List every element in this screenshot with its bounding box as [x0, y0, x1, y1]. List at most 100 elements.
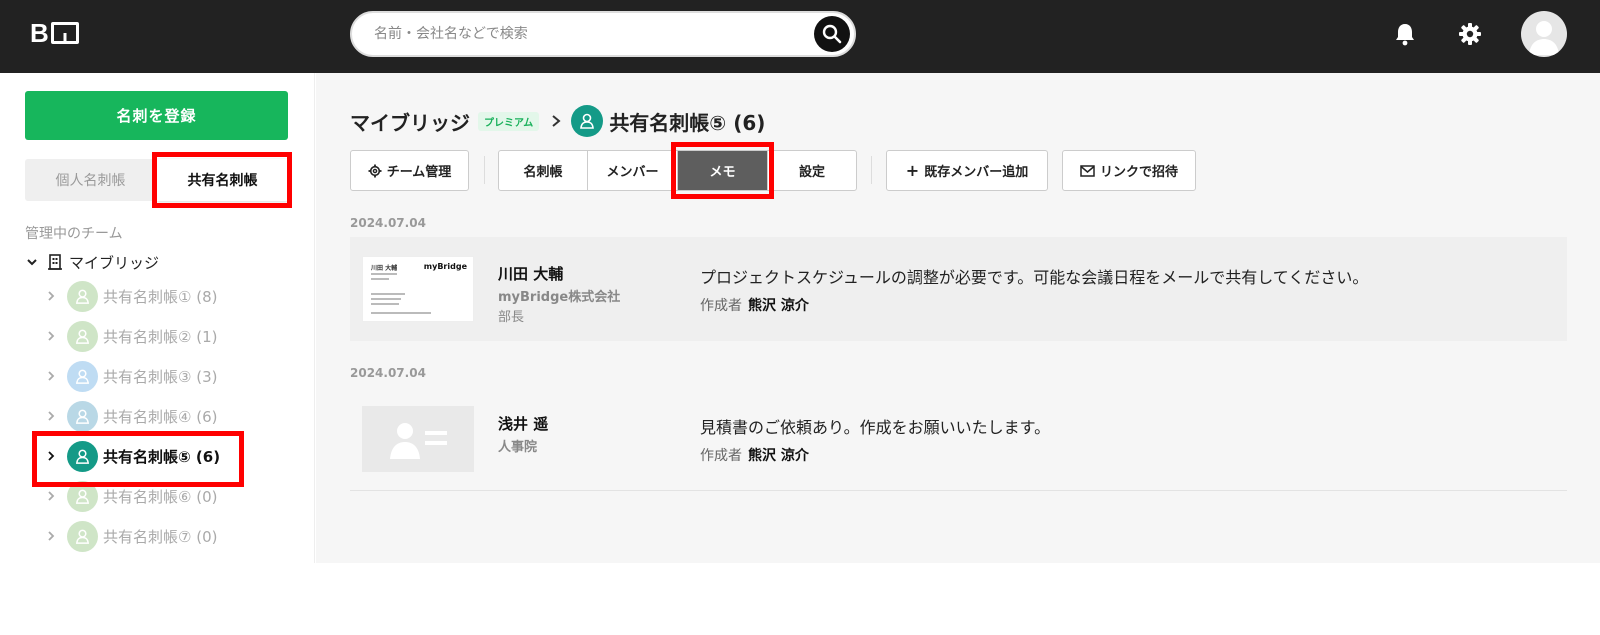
team-icon: [75, 489, 90, 504]
team-icon: [75, 449, 90, 464]
book-type-toggle: 個人名刺帳 共有名刺帳: [25, 159, 288, 201]
app-logo[interactable]: B: [30, 20, 79, 46]
tab-personal-book[interactable]: 個人名刺帳: [25, 159, 156, 201]
tab-members[interactable]: メンバー: [588, 151, 678, 190]
team-icon: [75, 529, 90, 544]
sidebar-team-item[interactable]: 共有名刺帳⑥ (0): [45, 479, 217, 513]
team-avatar: [67, 440, 98, 472]
card-line: [371, 303, 399, 305]
tab-cards[interactable]: 名刺帳: [499, 151, 588, 190]
card-thumb-brand: myBridge: [423, 262, 467, 271]
card-line: [371, 273, 397, 275]
contact-info: 川田 大輔 myBridge株式会社 部長: [498, 263, 620, 325]
mail-icon: [1080, 164, 1095, 177]
user-icon: [1529, 21, 1559, 55]
card-placeholder[interactable]: [362, 406, 474, 472]
contact-name[interactable]: 浅井 遥: [498, 413, 548, 434]
team-avatar: [67, 280, 98, 312]
team-icon: [75, 369, 90, 384]
chevron-right-icon: [552, 115, 561, 127]
team-label: 共有名刺帳④ (6): [103, 407, 218, 426]
card-line: [371, 278, 389, 280]
team-label: 共有名刺帳⑦ (0): [103, 527, 218, 546]
search-icon: [822, 24, 842, 44]
chevron-right-icon[interactable]: [45, 530, 57, 542]
invite-link-button[interactable]: リンクで招待: [1062, 150, 1196, 191]
main-content: マイブリッジ プレミアム 共有名刺帳⑤ (6) チーム管理 名刺帳 メンバー メ…: [316, 73, 1600, 563]
team-label: 共有名刺帳⑥ (0): [103, 487, 218, 506]
search-box: [350, 11, 856, 57]
sidebar-team-item[interactable]: 共有名刺帳⑦ (0): [45, 519, 217, 553]
team-icon: [580, 113, 595, 129]
author-label: 作成者: [700, 448, 742, 464]
gear-icon[interactable]: [1458, 22, 1482, 46]
sidebar-team-item[interactable]: 共有名刺帳② (1): [45, 319, 217, 353]
add-member-button[interactable]: + 既存メンバー追加: [886, 150, 1048, 191]
section-label: 管理中のチーム: [25, 226, 123, 242]
tab-shared-book[interactable]: 共有名刺帳: [157, 159, 288, 201]
team-label: 共有名刺帳① (8): [103, 287, 218, 306]
sidebar-team-item[interactable]: 共有名刺帳④ (6): [45, 399, 217, 433]
breadcrumb: マイブリッジ プレミアム 共有名刺帳⑤ (6): [350, 105, 765, 137]
contact-title: 部長: [498, 310, 525, 325]
contact-card-icon: [390, 423, 447, 459]
search-input[interactable]: [374, 13, 794, 55]
tab-memo[interactable]: メモ: [678, 151, 768, 190]
card-line: [371, 293, 405, 295]
search-button[interactable]: [814, 16, 850, 52]
author-label: 作成者: [700, 298, 742, 314]
card-line: [371, 312, 431, 314]
card-thumb-name: 川田 大輔: [371, 265, 398, 272]
bell-icon[interactable]: [1394, 22, 1416, 46]
team-label: 共有名刺帳② (1): [103, 327, 218, 346]
memo-text: プロジェクトスケジュールの調整が必要です。可能な会議日程をメールで共有してくださ…: [700, 268, 1369, 287]
breadcrumb-current: 共有名刺帳⑤ (6): [609, 110, 766, 135]
chevron-right-icon[interactable]: [45, 330, 57, 342]
team-avatar: [67, 400, 98, 432]
chevron-right-icon[interactable]: [45, 410, 57, 422]
chevron-right-icon[interactable]: [45, 370, 57, 382]
register-card-button[interactable]: 名刺を登録: [25, 91, 288, 140]
chevron-right-icon[interactable]: [45, 450, 57, 462]
contact-info: 浅井 遥 人事院: [498, 413, 548, 455]
tab-group: 名刺帳 メンバー メモ 設定: [498, 150, 857, 191]
sidebar-team-item[interactable]: 共有名刺帳⑤ (6): [45, 439, 220, 473]
business-card-thumbnail[interactable]: 川田 大輔 myBridge: [362, 256, 474, 322]
team-icon: [75, 329, 90, 344]
breadcrumb-root[interactable]: マイブリッジ: [350, 107, 470, 136]
plus-icon: +: [905, 161, 920, 180]
add-member-label: 既存メンバー追加: [924, 165, 1029, 180]
team-manage-label: チーム管理: [386, 165, 452, 180]
memo-text: 見積書のご依頼あり。作成をお願いいたします。: [700, 418, 1051, 437]
author-name: 熊沢 涼介: [748, 298, 809, 314]
sidebar-team-item[interactable]: 共有名刺帳③ (3): [45, 359, 217, 393]
author-name: 熊沢 涼介: [748, 448, 809, 464]
user-avatar[interactable]: [1521, 11, 1567, 57]
team-icon: [75, 409, 90, 424]
logo-letter: B: [30, 18, 49, 48]
sidebar: 名刺を登録 個人名刺帳 共有名刺帳 管理中のチーム マイブリッジ 共有名刺帳① …: [0, 73, 315, 563]
team-avatar: [67, 480, 98, 512]
team-avatar: [67, 360, 98, 392]
memo-date: 2024.07.04: [350, 366, 426, 380]
team-tree-root[interactable]: マイブリッジ: [25, 251, 159, 273]
chevron-right-icon[interactable]: [45, 290, 57, 302]
contact-name[interactable]: 川田 大輔: [498, 263, 620, 284]
memo-author: 作成者 熊沢 涼介: [700, 445, 809, 465]
sidebar-team-item[interactable]: 共有名刺帳① (8): [45, 279, 217, 313]
premium-badge: プレミアム: [478, 111, 540, 131]
divider: [871, 156, 872, 184]
team-avatar: [571, 105, 604, 137]
team-manage-button[interactable]: チーム管理: [350, 150, 469, 191]
top-bar: B: [0, 0, 1600, 73]
memo-item[interactable]: 川田 大輔 myBridge 川田 大輔 myBridge株式会社 部長 プロジ…: [350, 237, 1567, 341]
invite-link-label: リンクで招待: [1099, 165, 1178, 180]
tab-settings[interactable]: 設定: [768, 151, 856, 190]
team-label: 共有名刺帳⑤ (6): [103, 447, 221, 466]
divider: [484, 156, 485, 184]
memo-item[interactable]: 浅井 遥 人事院 見積書のご依頼あり。作成をお願いいたします。 作成者 熊沢 涼介: [350, 387, 1567, 491]
team-avatar: [67, 520, 98, 552]
chevron-right-icon[interactable]: [45, 490, 57, 502]
book-icon: [50, 22, 79, 44]
chevron-down-icon: [27, 259, 37, 266]
